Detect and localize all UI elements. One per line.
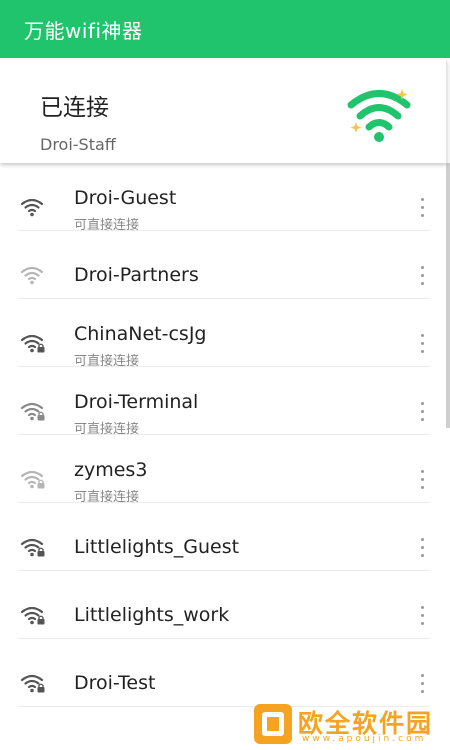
wifi-locked-icon [20, 470, 45, 489]
wifi-locked-icon [20, 334, 45, 353]
wifi-network-name: Droi-Terminal [74, 391, 199, 413]
watermark-logo: 欧全软件园 www.apoujin.com [250, 700, 450, 750]
wifi-network-row[interactable]: zymes3 可直接连接 [0, 435, 446, 505]
more-options-icon[interactable] [418, 198, 428, 222]
wifi-locked-icon [20, 538, 45, 557]
wifi-connected-icon [347, 89, 411, 142]
more-options-icon[interactable] [418, 674, 428, 698]
wifi-network-list: Droi-Guest 可直接连接 Droi-Partners ChinaNet-csJ… [0, 163, 446, 750]
more-options-icon[interactable] [418, 334, 428, 358]
wifi-network-name: ChinaNet-csJg [74, 323, 207, 345]
wifi-signal-icon [20, 266, 44, 285]
wifi-network-row[interactable]: Droi-Guest 可直接连接 [0, 163, 446, 233]
wifi-signal-icon [20, 198, 44, 217]
watermark-logo-icon [254, 704, 292, 744]
wifi-network-row[interactable]: Droi-Terminal 可直接连接 [0, 367, 446, 437]
connection-status-label: 已连接 [40, 95, 109, 121]
wifi-network-name: Droi-Partners [74, 264, 199, 286]
more-options-icon[interactable] [418, 538, 428, 562]
more-options-icon[interactable] [418, 606, 428, 630]
wifi-network-name: Droi-Guest [74, 187, 177, 209]
connected-ssid: Droi-Staff [40, 135, 116, 154]
wifi-network-name: zymes3 [74, 459, 148, 481]
list-scrollbar[interactable] [446, 163, 450, 428]
wifi-network-name: Littlelights_Guest [74, 536, 240, 558]
wifi-network-row[interactable]: Droi-Test [0, 639, 446, 707]
more-options-icon[interactable] [418, 266, 428, 290]
app-title: 万能wifi神器 [24, 19, 143, 43]
app-bar: 万能wifi神器 [0, 0, 450, 58]
more-options-icon[interactable] [418, 470, 428, 494]
wifi-network-name: Littlelights_work [74, 604, 230, 626]
wifi-network-row[interactable]: Littlelights_Guest [0, 503, 446, 571]
wifi-locked-icon [20, 674, 45, 693]
wifi-locked-icon [20, 402, 45, 421]
wifi-locked-icon [20, 606, 45, 625]
wifi-network-row[interactable]: Droi-Partners [0, 231, 446, 299]
wifi-network-row[interactable]: Littlelights_work [0, 571, 446, 639]
connection-status-card[interactable]: 已连接 Droi-Staff [0, 60, 447, 163]
more-options-icon[interactable] [418, 402, 428, 426]
wifi-network-name: Droi-Test [74, 672, 156, 694]
watermark-url: www.apoujin.com [302, 734, 427, 744]
wifi-network-row[interactable]: ChinaNet-csJg 可直接连接 [0, 299, 446, 369]
